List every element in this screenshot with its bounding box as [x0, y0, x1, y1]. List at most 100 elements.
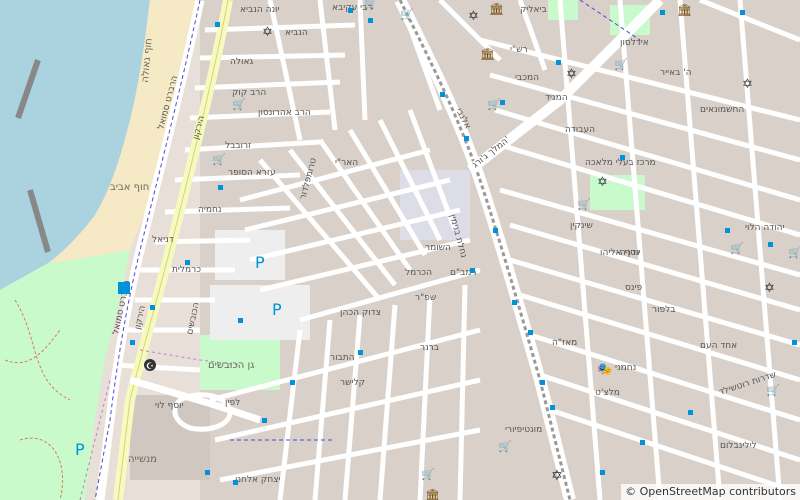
- street-label: נחמיה: [198, 205, 222, 215]
- bus-stop-icon[interactable]: [550, 405, 555, 410]
- bus-stop-icon[interactable]: [440, 92, 445, 97]
- street-label: האר"י: [335, 158, 358, 168]
- street-label: רש"י: [510, 45, 528, 55]
- synagogue-icon[interactable]: ✡: [468, 9, 479, 24]
- bus-stop-icon[interactable]: [215, 22, 220, 27]
- street-label: החשמונאים: [700, 105, 744, 115]
- street-label: העבודה: [565, 125, 595, 135]
- shop-icon[interactable]: 🛒: [400, 8, 414, 21]
- bus-stop-icon[interactable]: [740, 10, 745, 15]
- bus-stop-icon[interactable]: [218, 185, 223, 190]
- street-label: גדרה: [620, 248, 640, 258]
- synagogue-icon[interactable]: ✡: [742, 77, 753, 92]
- bus-stop-icon[interactable]: [620, 155, 625, 160]
- shop-icon[interactable]: 🛒: [614, 58, 628, 71]
- bus-stop-icon[interactable]: [348, 8, 353, 13]
- street-label: לפין: [225, 398, 240, 408]
- parking-icon[interactable]: P: [272, 300, 282, 319]
- synagogue-icon[interactable]: ✡: [566, 67, 577, 82]
- museum-icon[interactable]: 🏛: [480, 47, 495, 61]
- bus-stop-icon[interactable]: [500, 100, 505, 105]
- museum-icon[interactable]: 🏛: [677, 3, 692, 17]
- shop-icon[interactable]: 🛒: [577, 198, 591, 211]
- bus-stop-icon[interactable]: [768, 242, 773, 247]
- street-label: יוסף לוי: [155, 401, 184, 411]
- synagogue-icon[interactable]: ✡: [551, 468, 563, 484]
- synagogue-icon[interactable]: ✡: [764, 281, 775, 296]
- bus-stop-icon[interactable]: [233, 480, 238, 485]
- museum-icon[interactable]: 🏛: [489, 2, 504, 16]
- synagogue-icon[interactable]: ✡: [262, 25, 273, 40]
- bus-stop-icon[interactable]: [792, 340, 797, 345]
- street-label: מאז"ה: [552, 338, 577, 348]
- street-label: אידלסון: [620, 38, 649, 48]
- shop-icon[interactable]: 🛒: [766, 384, 780, 397]
- shop-icon[interactable]: 🛒: [212, 153, 226, 166]
- street-label: לילינבלום: [720, 441, 757, 451]
- street-label: ה' באייר: [660, 68, 692, 78]
- bus-stop-icon[interactable]: [464, 136, 469, 141]
- bus-stop-icon[interactable]: [358, 350, 363, 355]
- shop-icon[interactable]: 🛒: [364, 0, 378, 10]
- bus-stop-icon[interactable]: [150, 305, 155, 310]
- bus-stop-icon[interactable]: [470, 268, 475, 273]
- street-label: אחד העם: [700, 341, 737, 351]
- museum-icon[interactable]: 🏛: [425, 488, 440, 500]
- mosque-crescent: ☪: [146, 362, 154, 372]
- district-label: מנשייה: [128, 454, 157, 465]
- shop-icon[interactable]: 🛒: [421, 468, 435, 481]
- map-attribution[interactable]: © OpenStreetMap contributors: [621, 484, 800, 500]
- street-label: זרובבל: [225, 141, 251, 151]
- parking-icon[interactable]: P: [255, 253, 265, 272]
- bus-stop-icon[interactable]: [556, 60, 561, 65]
- street-label: יונה הנביא: [240, 5, 280, 15]
- street-label: מלצ'ט: [595, 388, 620, 398]
- street-label: יצחק אלחנן: [235, 475, 281, 485]
- bus-stop-icon[interactable]: [688, 410, 693, 415]
- bus-stop-icon[interactable]: [640, 440, 645, 445]
- street-label: ביאליק: [520, 5, 547, 15]
- street-label: המכבי: [515, 73, 539, 83]
- street-label: המגיד: [545, 93, 568, 103]
- shop-icon[interactable]: 🛒: [730, 242, 744, 255]
- bus-stop-icon[interactable]: [130, 340, 135, 345]
- bus-stop-icon[interactable]: [660, 10, 665, 15]
- bus-stop-icon[interactable]: [540, 380, 545, 385]
- shop-icon[interactable]: 🛒: [487, 98, 501, 111]
- bus-stop-icon[interactable]: [368, 18, 373, 23]
- bus-stop-icon[interactable]: [262, 418, 267, 423]
- shop-icon[interactable]: 🛒: [788, 246, 800, 259]
- shop-icon[interactable]: 🛒: [232, 98, 246, 111]
- street-label: הכרמל: [405, 268, 432, 278]
- street-label: שינקין: [570, 221, 593, 231]
- street-label: נחמני: [615, 363, 636, 373]
- bus-stop-icon[interactable]: [600, 470, 605, 475]
- parking-lot: [210, 285, 310, 340]
- street-label: כרמלית: [172, 265, 201, 275]
- bus-stop-icon[interactable]: [725, 228, 730, 233]
- parking-icon[interactable]: P: [75, 440, 85, 459]
- bus-stop-icon[interactable]: [185, 260, 190, 265]
- bus-stop-icon[interactable]: [205, 470, 210, 475]
- street-label: צדוק הכהן: [340, 308, 381, 318]
- bus-stop-icon[interactable]: [493, 228, 498, 233]
- park-label: גן הכובשים: [208, 360, 254, 371]
- street-label: הנביא: [285, 28, 308, 38]
- theatre-icon[interactable]: 🎭: [597, 362, 612, 376]
- bus-station-icon[interactable]: [118, 282, 130, 294]
- street-label: השומר: [425, 243, 451, 253]
- bus-stop-icon[interactable]: [290, 380, 295, 385]
- street-label: דניאל: [152, 235, 174, 245]
- bus-stop-icon[interactable]: [528, 330, 533, 335]
- bus-stop-icon[interactable]: [238, 318, 243, 323]
- bus-stop-icon[interactable]: [512, 300, 517, 305]
- synagogue-icon[interactable]: ✡: [597, 175, 608, 190]
- street-label: התבור: [330, 353, 355, 363]
- shop-icon[interactable]: 🛒: [498, 440, 512, 453]
- street-label: ברנר: [420, 343, 439, 353]
- street-label: הרב קוק: [232, 88, 266, 98]
- street-label: פינס: [625, 283, 642, 293]
- street-map[interactable]: חוף גאולה חוף אביב גן הכובשים מנשייה P P…: [0, 0, 800, 500]
- street-label: קלישר: [340, 378, 365, 388]
- street-label: מונטיפיורי: [505, 425, 542, 435]
